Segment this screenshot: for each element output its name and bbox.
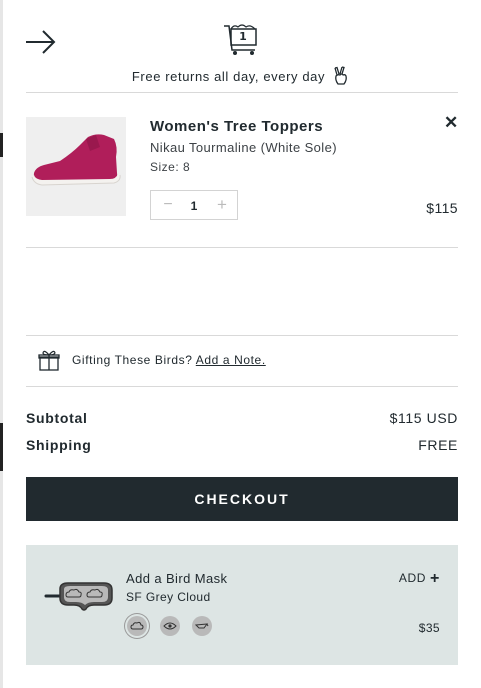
subtotal-value: $115 USD <box>389 410 458 426</box>
edge-mark <box>0 423 3 471</box>
product-size: Size: 8 <box>150 160 191 174</box>
gift-icon <box>38 350 60 371</box>
left-window-edge <box>0 0 3 688</box>
divider <box>26 92 458 93</box>
remove-item-button[interactable]: ✕ <box>444 113 459 132</box>
swatch-eye[interactable] <box>160 616 180 636</box>
divider <box>26 247 458 248</box>
edge-mark <box>0 133 3 157</box>
gift-note-label: Gifting These Birds? <box>72 353 193 367</box>
product-price: $115 <box>426 200 458 216</box>
shoe-image <box>31 134 121 186</box>
quantity-stepper[interactable]: − 1 + <box>150 190 238 220</box>
upsell-add-button[interactable]: ADD + <box>399 569 440 587</box>
divider <box>26 386 458 387</box>
plus-icon: + <box>430 570 440 587</box>
shipping-label: Shipping <box>26 437 92 453</box>
product-image[interactable] <box>26 117 126 216</box>
swatch-bird[interactable] <box>192 616 212 636</box>
quantity-value: 1 <box>190 199 198 213</box>
divider <box>26 335 458 336</box>
checkout-button[interactable]: CHECKOUT <box>26 477 458 521</box>
product-name[interactable]: Women's Tree Toppers <box>150 118 323 135</box>
gift-note-row: Gifting These Birds? Add a Note. <box>72 353 266 367</box>
upsell-title[interactable]: Add a Bird Mask <box>126 571 227 586</box>
peace-hand-icon <box>334 66 348 85</box>
increase-quantity-button[interactable]: + <box>215 196 229 213</box>
upsell-add-label: ADD <box>398 571 427 585</box>
bird-icon <box>195 623 209 629</box>
shipping-value: FREE <box>418 437 458 453</box>
upsell-variant: SF Grey Cloud <box>126 590 211 604</box>
upsell-price: $35 <box>418 621 440 635</box>
cart-count: 1 <box>239 30 247 43</box>
bird-mask-image[interactable] <box>44 567 116 631</box>
add-note-link[interactable]: Add a Note. <box>196 353 266 367</box>
returns-text: Free returns all day, every day <box>131 68 326 84</box>
subtotal-label: Subtotal <box>26 410 88 426</box>
arrow-right-icon[interactable] <box>25 28 57 56</box>
returns-banner: Free returns all day, every day <box>0 66 481 86</box>
cloud-icon <box>130 621 144 630</box>
decrease-quantity-button[interactable]: − <box>161 197 175 213</box>
upsell-card: Add a Bird Mask SF Grey Cloud ADD + $35 <box>26 545 458 665</box>
product-variant: Nikau Tourmaline (White Sole) <box>150 140 337 155</box>
eye-icon <box>163 622 177 630</box>
swatch-cloud[interactable] <box>127 616 147 636</box>
close-icon: ✕ <box>444 113 459 132</box>
